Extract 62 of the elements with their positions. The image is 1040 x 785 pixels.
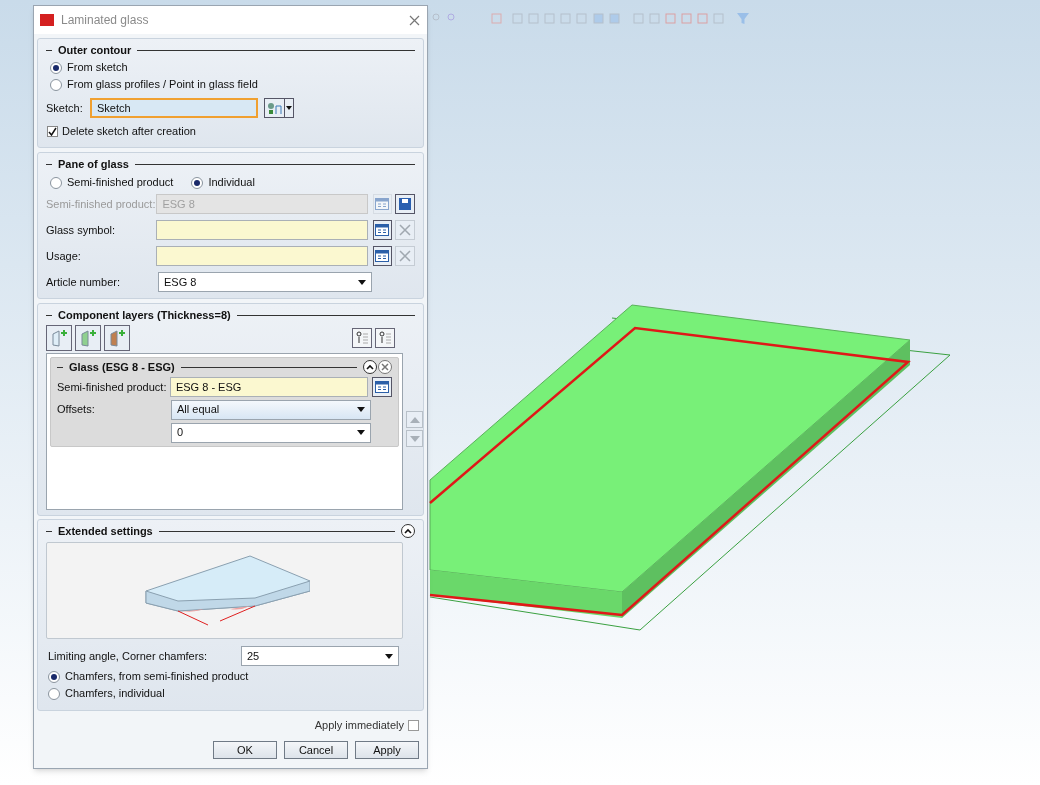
field-label: Semi-finished product: (57, 379, 168, 395)
offsets-dropdown[interactable]: All equal (171, 399, 371, 420)
offset-value-dropdown[interactable]: 0 (171, 422, 371, 443)
save-icon[interactable] (395, 194, 415, 214)
radio-button[interactable] (50, 78, 62, 91)
radio-button[interactable] (48, 687, 60, 700)
caret-icon[interactable] (357, 430, 365, 435)
radio-button[interactable] (48, 670, 60, 683)
window-title: Laminated glass (61, 12, 150, 29)
checkbox[interactable] (47, 125, 58, 137)
app-logo-icon (40, 14, 54, 26)
sketch-icon (265, 100, 284, 116)
list-icon[interactable] (372, 246, 393, 266)
section-title: Glass (ESG 8 - ESG) (69, 359, 175, 375)
dialog-button[interactable]: Cancel (284, 741, 348, 759)
profile-add-icon[interactable] (104, 325, 130, 351)
filled-pane-add-icon[interactable] (75, 325, 101, 351)
dialog-button[interactable]: Apply (355, 741, 419, 759)
radio-label: From glass profiles / Point in glass field (67, 77, 258, 93)
field-label: Glass symbol: (46, 222, 117, 238)
radio-label: Semi-finished product (67, 175, 174, 191)
close-icon[interactable] (407, 13, 421, 27)
field-label: Article number: (46, 274, 121, 290)
sketch-field[interactable]: Sketch (90, 98, 258, 118)
section-title: Pane of glass (58, 156, 129, 172)
radio-label: Chamfers, from semi-finished product (65, 669, 249, 685)
dialog-button[interactable]: OK (213, 741, 277, 759)
caret-icon[interactable] (286, 106, 292, 110)
text-field[interactable]: ESG 8 - ESG (169, 377, 369, 397)
caret-icon[interactable] (358, 279, 366, 285)
radio-label: Chamfers, individual (65, 686, 165, 702)
sort-up-icon[interactable] (375, 328, 395, 348)
collapse-icon[interactable] (363, 360, 377, 374)
field-label: Limiting angle, Corner chamfers: (48, 648, 208, 664)
sketch-select-button[interactable] (264, 98, 294, 118)
checkbox-label: Apply immediately (314, 717, 404, 733)
radio-label: From sketch (67, 60, 128, 76)
section-title: Outer contour (58, 42, 132, 58)
article-number-dropdown[interactable]: ESG 8 (158, 272, 372, 292)
sort-down-icon[interactable] (352, 328, 372, 348)
pane-add-icon[interactable] (46, 325, 72, 351)
radio-label: Individual (208, 175, 255, 191)
text-field[interactable] (156, 246, 368, 266)
text-field[interactable] (156, 220, 368, 240)
list-icon[interactable] (372, 377, 392, 397)
field-label: Offsets: (57, 402, 96, 418)
limiting-angle-dropdown[interactable]: 25 (241, 646, 399, 666)
section-title: Extended settings (58, 523, 153, 539)
radio-button[interactable] (191, 176, 204, 189)
checkbox-label: Delete sketch after creation (62, 124, 196, 139)
field-label: Sketch: (46, 100, 84, 116)
radio-button[interactable] (50, 61, 62, 74)
section-title: Component layers (Thickness=8) (58, 307, 231, 323)
radio-button[interactable] (50, 176, 62, 189)
remove-icon[interactable] (378, 360, 392, 374)
field-label: Usage: (46, 248, 82, 264)
list-icon[interactable] (372, 220, 393, 240)
caret-icon[interactable] (357, 407, 365, 412)
collapse-icon[interactable] (401, 524, 415, 538)
checkbox[interactable] (408, 719, 419, 731)
field-label: Semi-finished product: (46, 196, 157, 212)
caret-icon[interactable] (385, 653, 393, 659)
